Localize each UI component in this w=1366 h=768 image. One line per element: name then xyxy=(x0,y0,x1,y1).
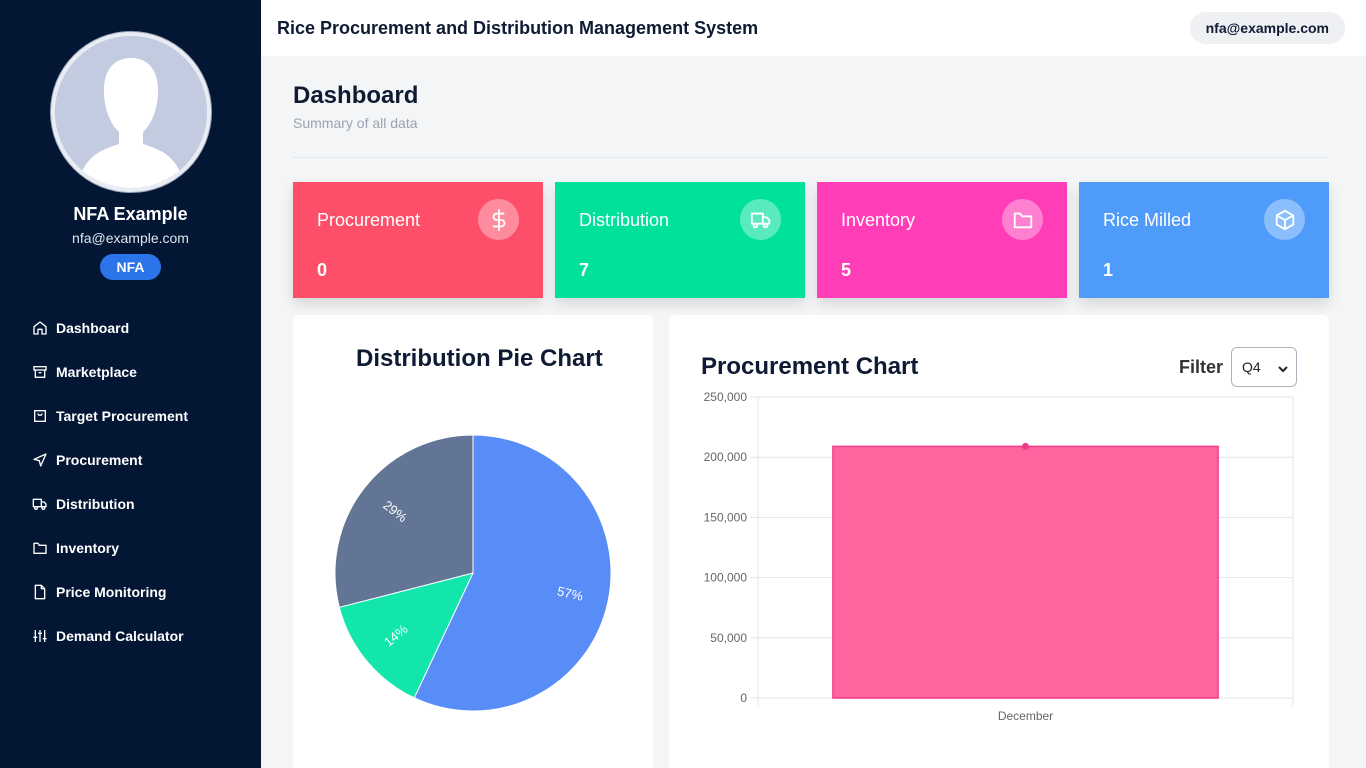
sidebar-item-inventory[interactable]: Inventory xyxy=(0,526,261,570)
home-icon xyxy=(32,320,48,336)
archive-icon xyxy=(32,364,48,380)
stat-card-rice-milled[interactable]: Rice Milled 1 xyxy=(1079,182,1329,298)
folder-icon xyxy=(32,540,48,556)
stat-card-value: 7 xyxy=(579,260,590,280)
bar[interactable] xyxy=(832,445,1219,699)
sidebar-item-marketplace[interactable]: Marketplace xyxy=(0,350,261,394)
role-badge: NFA xyxy=(100,254,161,280)
distribution-pie-panel: Distribution Pie Chart 57% 14% 29% xyxy=(293,315,653,768)
stat-card-label: Distribution xyxy=(579,210,670,230)
stat-card-distribution[interactable]: Distribution 7 xyxy=(555,182,805,298)
sidebar-item-demand-calculator[interactable]: Demand Calculator xyxy=(0,614,261,658)
sidebar-item-label: Marketplace xyxy=(56,364,137,380)
sidebar-item-dashboard[interactable]: Dashboard xyxy=(0,306,261,350)
sidebar-item-label: Procurement xyxy=(56,452,143,468)
stat-card-label: Procurement xyxy=(317,210,421,230)
divider xyxy=(293,157,1328,158)
y-tick-label: 0 xyxy=(740,691,747,705)
shopping-bag-icon xyxy=(32,408,48,424)
sidebar-item-label: Distribution xyxy=(56,496,135,512)
sidebar-item-label: Price Monitoring xyxy=(56,584,167,600)
bar-point[interactable] xyxy=(1022,442,1029,450)
app-title: Rice Procurement and Distribution Manage… xyxy=(277,18,759,38)
profile-email: nfa@example.com xyxy=(72,230,189,246)
y-tick-label: 50,000 xyxy=(710,631,747,645)
sidebar-item-procurement[interactable]: Procurement xyxy=(0,438,261,482)
sidebar: NFA Example nfa@example.com NFA Dashboar… xyxy=(0,0,261,768)
profile-name: NFA Example xyxy=(73,204,188,224)
distribution-pie-chart: 57%14%29% xyxy=(334,434,612,712)
folder-icon xyxy=(1002,199,1043,240)
send-icon xyxy=(32,452,48,468)
sliders-icon xyxy=(32,628,48,644)
procurement-chart-panel: Procurement Chart Filter Q4 0 50,000 100,0… xyxy=(669,315,1329,768)
sidebar-nav: Dashboard Marketplace Target Procurement… xyxy=(0,306,261,658)
y-tick-label: 200,000 xyxy=(704,450,748,464)
sidebar-item-label: Target Procurement xyxy=(56,408,188,424)
sidebar-item-label: Dashboard xyxy=(56,320,130,336)
stat-card-value: 5 xyxy=(841,260,852,280)
stat-card-inventory[interactable]: Inventory 5 xyxy=(817,182,1067,298)
file-icon xyxy=(32,584,48,600)
sidebar-item-price-monitoring[interactable]: Price Monitoring xyxy=(0,570,261,614)
top-bar: Rice Procurement and Distribution Manage… xyxy=(261,0,1366,56)
truck-icon xyxy=(32,496,48,512)
avatar[interactable] xyxy=(51,32,211,192)
user-menu-button[interactable]: nfa@example.com xyxy=(1189,12,1345,44)
x-tick-label: December xyxy=(998,709,1053,723)
box-icon xyxy=(1264,199,1305,240)
stat-card-label: Rice Milled xyxy=(1103,210,1192,230)
user-silhouette-icon xyxy=(55,36,207,188)
sidebar-item-label: Demand Calculator xyxy=(56,628,184,644)
stat-card-label: Inventory xyxy=(841,210,916,230)
stat-card-value: 1 xyxy=(1103,260,1114,280)
stat-card-value: 0 xyxy=(317,260,328,280)
sidebar-item-label: Inventory xyxy=(56,540,120,556)
dollar-icon xyxy=(478,199,519,240)
page-subtitle: Summary of all data xyxy=(293,115,418,131)
y-tick-label: 100,000 xyxy=(704,571,748,585)
stat-card-procurement[interactable]: Procurement 0 xyxy=(293,182,543,298)
page-title: Dashboard xyxy=(293,82,419,109)
sidebar-item-distribution[interactable]: Distribution xyxy=(0,482,261,526)
procurement-bar-chart: 0 50,000 100,000 150,000 200,000 250,000 Decem… xyxy=(704,390,1294,723)
y-tick-label: 150,000 xyxy=(704,510,748,524)
sidebar-item-target-procurement[interactable]: Target Procurement xyxy=(0,394,261,438)
y-tick-label: 250,000 xyxy=(704,390,748,404)
truck-icon xyxy=(740,199,781,240)
